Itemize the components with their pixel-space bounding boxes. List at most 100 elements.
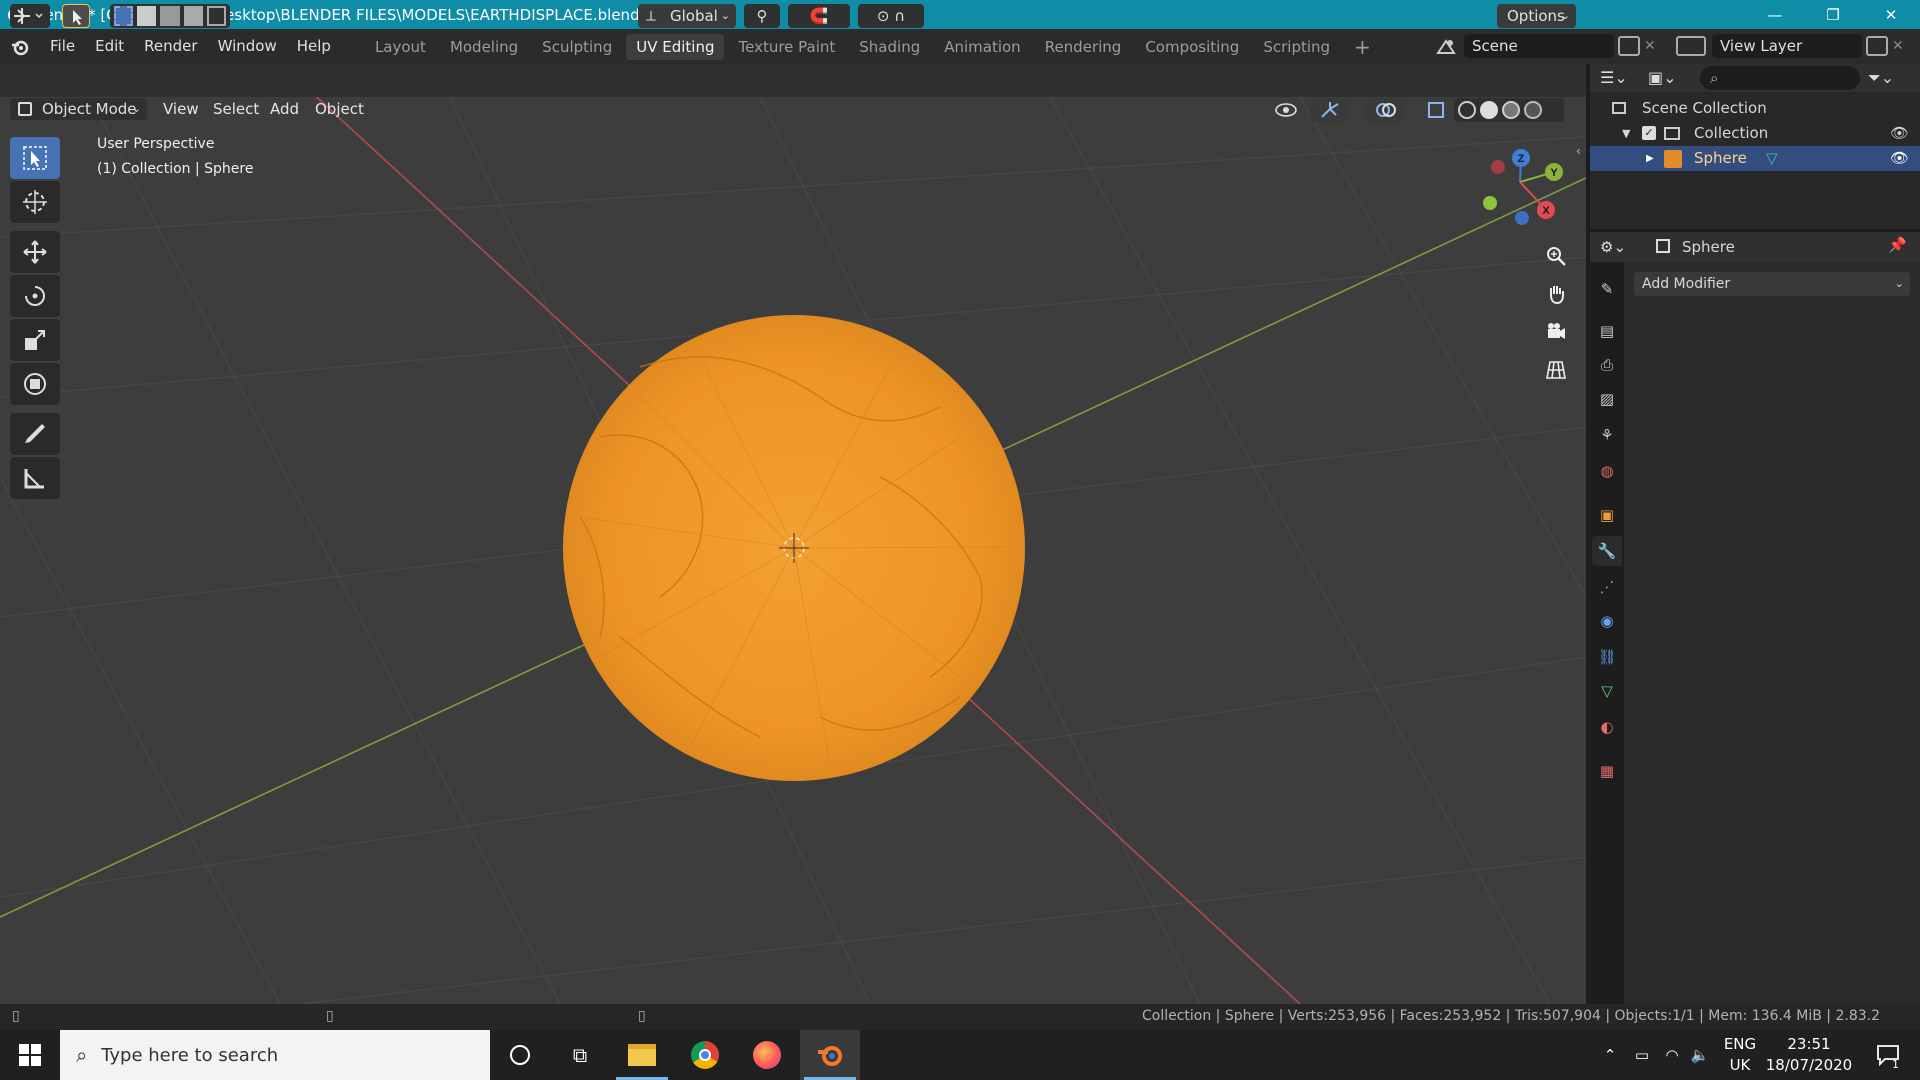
overlays-icon[interactable]: [1366, 98, 1406, 122]
blender-taskbar-icon[interactable]: [800, 1030, 860, 1080]
outliner-row-sphere[interactable]: ▶ Sphere ▽ 👁: [1590, 146, 1920, 171]
cursor-tool[interactable]: [10, 181, 60, 223]
viewport-menu-object[interactable]: Object: [315, 98, 364, 120]
tab-layout[interactable]: Layout: [365, 34, 436, 60]
perspective-toggle-icon[interactable]: [1540, 354, 1572, 386]
pivot-point-icon[interactable]: ⚲: [744, 4, 780, 28]
tab-sculpting[interactable]: Sculpting: [532, 34, 622, 60]
add-modifier-dropdown[interactable]: Add Modifier ⌄: [1634, 272, 1910, 296]
editor-type-icon[interactable]: [10, 4, 50, 28]
select-extend-icon[interactable]: [137, 6, 157, 26]
sidebar-toggle-icon[interactable]: ‹: [1576, 144, 1586, 164]
add-workspace-button[interactable]: +: [1344, 34, 1381, 60]
snap-icon[interactable]: 🧲: [788, 4, 850, 28]
view-layer-icon[interactable]: [1676, 36, 1706, 56]
properties-editor-type-icon[interactable]: ⚙⌄: [1600, 236, 1636, 258]
select-invert-icon[interactable]: [183, 6, 203, 26]
render-properties-icon[interactable]: ▤: [1592, 316, 1622, 346]
texture-properties-icon[interactable]: ▦: [1592, 756, 1622, 786]
display-mode-icon[interactable]: ▣⌄: [1648, 66, 1684, 90]
taskbar-search-input[interactable]: ⌕ Type here to search: [60, 1030, 490, 1080]
delete-scene-icon[interactable]: ✕: [1644, 34, 1662, 58]
wireframe-shading-icon[interactable]: [1458, 101, 1476, 119]
tool-properties-icon[interactable]: ✎: [1592, 274, 1622, 304]
menu-render[interactable]: Render: [134, 29, 207, 64]
wifi-icon[interactable]: ◠: [1660, 1030, 1684, 1080]
eye-icon[interactable]: 👁: [1890, 146, 1909, 171]
select-box-tool[interactable]: [10, 137, 60, 179]
world-properties-icon[interactable]: ◍: [1592, 456, 1622, 486]
new-view-layer-icon[interactable]: [1866, 36, 1888, 56]
view-layer-field[interactable]: View Layer: [1712, 34, 1862, 58]
select-new-icon[interactable]: [114, 6, 134, 26]
expand-arrow-icon[interactable]: ▼: [1622, 121, 1630, 146]
object-properties-icon[interactable]: ▣: [1592, 500, 1622, 530]
eye-icon[interactable]: 👁: [1890, 121, 1909, 146]
annotate-tool[interactable]: [10, 413, 60, 455]
checkbox-icon[interactable]: ✓: [1642, 126, 1656, 140]
tab-shading[interactable]: Shading: [849, 34, 930, 60]
shading-modes-group[interactable]: [1454, 98, 1564, 122]
measure-tool[interactable]: [10, 457, 60, 499]
tab-modeling[interactable]: Modeling: [440, 34, 528, 60]
select-tool-mode-icon[interactable]: [62, 4, 90, 28]
tab-scripting[interactable]: Scripting: [1253, 34, 1340, 60]
material-properties-icon[interactable]: ◐: [1592, 712, 1622, 742]
tab-compositing[interactable]: Compositing: [1135, 34, 1249, 60]
solid-shading-icon[interactable]: [1480, 101, 1498, 119]
tab-animation[interactable]: Animation: [934, 34, 1030, 60]
volume-icon[interactable]: 🔈: [1688, 1030, 1712, 1080]
notifications-icon[interactable]: 1: [1866, 1030, 1910, 1080]
battery-icon[interactable]: ▭: [1630, 1030, 1654, 1080]
selection-mode-group[interactable]: [110, 4, 230, 28]
data-properties-icon[interactable]: ▽: [1592, 676, 1622, 706]
scene-name-field[interactable]: Scene: [1464, 34, 1614, 58]
menu-window[interactable]: Window: [208, 29, 287, 64]
outliner-row-collection[interactable]: ▼ ✓ Collection 👁: [1590, 121, 1920, 146]
windows-start-icon[interactable]: [0, 1030, 60, 1080]
filter-icon[interactable]: ⏷⌄: [1868, 66, 1908, 90]
firefox-icon[interactable]: [737, 1030, 797, 1080]
blender-menu-icon[interactable]: [0, 38, 40, 56]
modifier-properties-icon[interactable]: 🔧: [1592, 536, 1622, 566]
rendered-shading-icon[interactable]: [1524, 101, 1542, 119]
tab-uv-editing[interactable]: UV Editing: [626, 33, 725, 60]
scene-properties-icon[interactable]: ⚘: [1592, 420, 1622, 450]
maximize-button[interactable]: ❐: [1804, 0, 1862, 29]
language-indicator[interactable]: ENG UK: [1720, 1030, 1760, 1080]
file-explorer-icon[interactable]: [612, 1030, 672, 1080]
show-hidden-icons[interactable]: ⌃: [1598, 1030, 1622, 1080]
output-properties-icon[interactable]: ⎙: [1592, 350, 1622, 380]
pan-hand-icon[interactable]: [1540, 278, 1572, 310]
material-preview-icon[interactable]: [1502, 101, 1520, 119]
rotate-tool[interactable]: [10, 275, 60, 317]
constraints-properties-icon[interactable]: ⛓: [1592, 642, 1622, 672]
expand-arrow-icon[interactable]: ▶: [1646, 146, 1654, 171]
mesh-data-icon[interactable]: ▽: [1766, 146, 1778, 171]
outliner-search-input[interactable]: ⌕: [1700, 66, 1860, 90]
transform-orientation-dropdown[interactable]: Global ⟂ ⌄: [638, 4, 736, 28]
pin-icon[interactable]: 📌: [1888, 236, 1907, 254]
physics-properties-icon[interactable]: ◉: [1592, 606, 1622, 636]
select-intersect-icon[interactable]: [206, 6, 226, 26]
menu-edit[interactable]: Edit: [85, 29, 134, 64]
move-tool[interactable]: [10, 231, 60, 273]
xray-icon[interactable]: [1424, 98, 1448, 122]
tab-rendering[interactable]: Rendering: [1035, 34, 1132, 60]
menu-file[interactable]: File: [40, 29, 85, 64]
close-button[interactable]: ✕: [1862, 0, 1920, 29]
view-layer-properties-icon[interactable]: ▨: [1592, 384, 1622, 414]
viewport-menu-select[interactable]: Select: [213, 98, 259, 120]
new-scene-icon[interactable]: [1618, 36, 1640, 56]
visibility-icon[interactable]: [1266, 98, 1306, 122]
viewport-menu-view[interactable]: View: [163, 98, 199, 120]
delete-view-layer-icon[interactable]: ✕: [1892, 34, 1910, 58]
particles-properties-icon[interactable]: ⋰: [1592, 572, 1622, 602]
options-dropdown[interactable]: Options ⌄: [1497, 4, 1576, 28]
transform-tool[interactable]: [10, 363, 60, 405]
3d-viewport[interactable]: [0, 97, 1586, 1004]
navigation-gizmo[interactable]: Z Y X: [1470, 140, 1570, 236]
minimize-button[interactable]: —: [1746, 0, 1804, 29]
select-subtract-icon[interactable]: [160, 6, 180, 26]
scene-selector-icon[interactable]: [1428, 34, 1464, 58]
